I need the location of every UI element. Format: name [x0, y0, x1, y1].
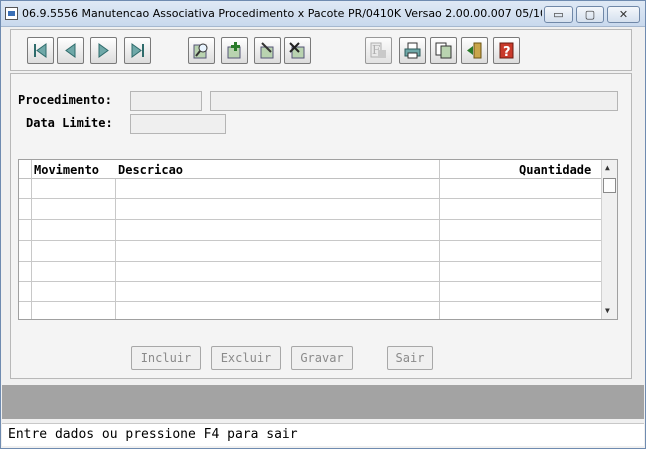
window-title: 06.9.5556 Manutencao Associativa Procedi…	[22, 7, 542, 20]
f-button[interactable]: F	[365, 37, 392, 64]
application-window: 06.9.5556 Manutencao Associativa Procedi…	[0, 0, 646, 449]
gravar-button[interactable]: Gravar	[291, 346, 353, 370]
column-quantidade[interactable]: Quantidade	[519, 163, 591, 177]
table-row[interactable]	[19, 200, 601, 220]
print-button[interactable]	[399, 37, 426, 64]
table-row[interactable]	[19, 221, 601, 241]
procedimento-label: Procedimento:	[18, 93, 112, 107]
items-grid[interactable]: Movimento Descricao Quantidade ▲ ▼	[18, 159, 618, 320]
scroll-up-icon[interactable]: ▲	[605, 163, 610, 172]
excluir-button[interactable]: Excluir	[211, 346, 281, 370]
delete-icon	[289, 42, 305, 59]
vertical-scrollbar[interactable]: ▲ ▼	[601, 160, 617, 319]
data-limite-label: Data Limite:	[26, 116, 113, 130]
table-row[interactable]	[19, 262, 601, 282]
f-icon: F	[370, 42, 386, 58]
modify-button[interactable]	[254, 37, 281, 64]
form-panel: Procedimento: Data Limite: Movimento Des…	[10, 73, 632, 379]
previous-record-button[interactable]	[57, 37, 84, 64]
column-divider	[439, 160, 440, 319]
previous-record-icon	[65, 43, 76, 58]
scroll-down-icon[interactable]: ▼	[605, 306, 610, 315]
copy-button[interactable]	[430, 37, 457, 64]
column-divider	[115, 179, 116, 319]
minimize-button[interactable]: ▭	[544, 6, 573, 23]
exit-button[interactable]	[461, 37, 488, 64]
add-button[interactable]	[221, 37, 248, 64]
modify-icon	[260, 42, 274, 59]
incluir-button[interactable]: Incluir	[131, 346, 201, 370]
column-descricao[interactable]: Descricao	[118, 163, 183, 177]
last-record-icon	[131, 43, 144, 58]
delete-button[interactable]	[284, 37, 311, 64]
next-record-button[interactable]	[90, 37, 117, 64]
search-button[interactable]	[188, 37, 215, 64]
table-row[interactable]	[19, 302, 601, 319]
scroll-thumb[interactable]	[603, 178, 616, 193]
printer-icon	[404, 42, 421, 59]
procedimento-code-field[interactable]	[130, 91, 202, 111]
status-bar: Entre dados ou pressione F4 para sair	[2, 423, 644, 446]
add-icon	[227, 42, 241, 59]
app-icon	[5, 7, 18, 20]
column-movimento[interactable]: Movimento	[34, 163, 99, 177]
data-limite-field[interactable]	[130, 114, 226, 134]
exit-icon	[467, 42, 482, 59]
close-button[interactable]: ✕	[607, 6, 640, 23]
status-area	[2, 385, 644, 419]
sair-button[interactable]: Sair	[387, 346, 433, 370]
maximize-button[interactable]: ▢	[576, 6, 604, 23]
row-indicator-divider	[31, 160, 32, 319]
table-row[interactable]	[19, 179, 601, 199]
search-icon	[193, 43, 208, 59]
copy-icon	[435, 42, 452, 59]
next-record-icon	[98, 43, 109, 58]
svg-text:?: ?	[503, 45, 511, 60]
last-record-button[interactable]	[124, 37, 151, 64]
toolbar: F ?	[10, 29, 632, 71]
procedimento-description-field[interactable]	[210, 91, 618, 111]
grid-header: Movimento Descricao Quantidade	[19, 160, 601, 179]
help-icon: ?	[499, 42, 514, 60]
first-record-icon	[34, 43, 47, 58]
client-area: F ? Procedimento: Data Limite: Movimento…	[2, 27, 644, 448]
table-row[interactable]	[19, 242, 601, 262]
status-message: Entre dados ou pressione F4 para sair	[8, 427, 298, 442]
title-bar[interactable]: 06.9.5556 Manutencao Associativa Procedi…	[1, 1, 645, 27]
first-record-button[interactable]	[27, 37, 54, 64]
help-button[interactable]: ?	[493, 37, 520, 64]
table-row[interactable]	[19, 282, 601, 302]
